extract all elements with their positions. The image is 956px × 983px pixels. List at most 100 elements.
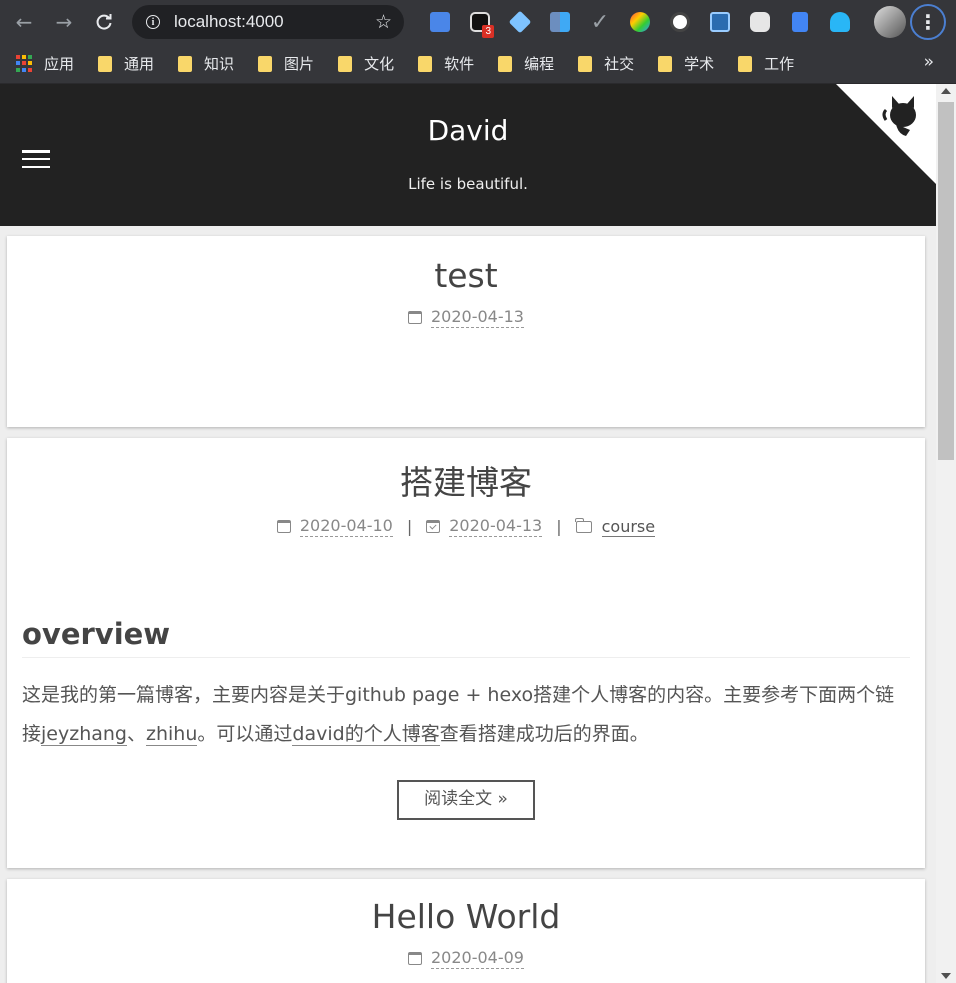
checkmark-icon: ✓ — [590, 9, 610, 35]
post-meta: 2020-04-09 — [7, 948, 925, 969]
cloud-extension[interactable] — [820, 0, 860, 44]
back-button[interactable]: ← — [4, 0, 44, 44]
chrome-menu-button[interactable]: ⋮ — [910, 4, 946, 40]
bookmark-folder[interactable]: 通用 — [82, 44, 162, 84]
profile-avatar[interactable] — [874, 6, 906, 38]
folder-icon — [338, 55, 353, 72]
bookmark-folder[interactable]: 学术 — [642, 44, 722, 84]
reload-button[interactable] — [84, 0, 124, 44]
created-date: 2020-04-13 — [431, 307, 524, 328]
excerpt-text: 、 — [127, 723, 147, 745]
post-created: 2020-04-10 — [276, 516, 393, 537]
extension-badge: 3 — [482, 25, 494, 38]
bookmark-label: 软件 — [444, 55, 475, 73]
vertical-scrollbar[interactable] — [936, 84, 956, 983]
bookmark-label: 文化 — [364, 55, 395, 73]
folder-icon — [658, 55, 673, 72]
bookmark-label: 通用 — [124, 55, 155, 73]
url-text[interactable]: localhost:4000 — [174, 12, 375, 32]
menu-toggle-icon[interactable] — [22, 150, 50, 168]
translate-icon — [430, 12, 450, 32]
scroll-down-icon[interactable] — [941, 973, 951, 979]
post-title[interactable]: 搭建博客 — [7, 456, 925, 504]
extensions-bar: 3 ✓ — [420, 0, 860, 44]
section-heading: overview — [22, 617, 910, 658]
excerpt-text: 。可以通过 — [197, 723, 293, 745]
bookmark-apps[interactable]: 应用 — [0, 44, 82, 84]
google-translate-extension[interactable] — [420, 0, 460, 44]
read-more-button[interactable]: 阅读全文 » — [397, 780, 535, 820]
bookmark-label: 工作 — [764, 55, 795, 73]
calendar-icon — [408, 311, 422, 324]
bookmark-folder[interactable]: 知识 — [162, 44, 242, 84]
blocks-extension[interactable] — [540, 0, 580, 44]
scrollbar-thumb[interactable] — [938, 102, 954, 460]
category-link[interactable]: course — [601, 517, 656, 537]
post-card: 搭建博客 2020-04-10 | 2020-04-13 | course ov… — [7, 438, 925, 868]
folder-icon — [738, 55, 753, 72]
calendar-icon — [276, 520, 291, 533]
folder-icon — [498, 55, 513, 72]
link-blog[interactable]: david的个人博客 — [292, 723, 440, 746]
bookmark-folder[interactable]: 工作 — [722, 44, 802, 84]
arrow-right-icon: → — [55, 10, 73, 34]
scroll-up-icon[interactable] — [941, 88, 951, 94]
folder-icon — [98, 55, 113, 72]
link-zhihu[interactable]: zhihu — [146, 723, 198, 746]
post-updated: 2020-04-13 — [426, 516, 543, 537]
address-bar[interactable]: i localhost:4000 ☆ — [132, 5, 404, 39]
arrow-left-icon: ← — [15, 10, 33, 34]
folder-icon — [575, 517, 592, 533]
bookmark-star-icon[interactable]: ☆ — [375, 11, 392, 33]
bookmark-label: 知识 — [204, 55, 235, 73]
more-vert-icon: ⋮ — [918, 10, 938, 34]
color-extension[interactable] — [620, 0, 660, 44]
site-subtitle: Life is beautiful. — [408, 175, 528, 193]
bookmark-label: 编程 — [524, 55, 555, 73]
bookmark-folder[interactable]: 社交 — [562, 44, 642, 84]
docs-extension[interactable] — [780, 0, 820, 44]
browser-toolbar: ← → i localhost:4000 ☆ 3 ✓ ⋮ — [0, 0, 956, 44]
bookmark-folder[interactable]: 编程 — [482, 44, 562, 84]
folder-icon — [578, 55, 593, 72]
post-category: course — [575, 517, 656, 537]
post-meta: 2020-04-13 — [7, 307, 925, 328]
site-header: David Life is beautiful. — [0, 84, 936, 226]
post-title[interactable]: test — [7, 256, 925, 295]
post-card: test 2020-04-13 — [7, 236, 925, 427]
document-icon — [792, 12, 808, 32]
bookmark-label: 图片 — [284, 55, 315, 73]
calendar-icon — [408, 952, 422, 965]
extension-with-badge[interactable]: 3 — [460, 0, 500, 44]
window-extension[interactable] — [700, 0, 740, 44]
cat-face-icon — [750, 12, 770, 32]
cat-extension[interactable] — [740, 0, 780, 44]
forward-button[interactable]: → — [44, 0, 84, 44]
post-card: Hello World 2020-04-09 — [7, 879, 925, 983]
bookmark-folder[interactable]: 软件 — [402, 44, 482, 84]
apps-icon — [16, 54, 34, 73]
post-meta: 2020-04-10 | 2020-04-13 | course — [7, 516, 925, 537]
meta-divider: | — [406, 517, 413, 536]
circle-icon — [670, 12, 690, 32]
post-created: 2020-04-13 — [408, 307, 524, 328]
post-title[interactable]: Hello World — [7, 897, 925, 936]
link-jeyzhang[interactable]: jeyzhang — [41, 723, 127, 746]
more-bookmarks-button[interactable]: » — [924, 52, 934, 72]
github-corner-icon[interactable] — [836, 84, 936, 184]
site-title[interactable]: David — [0, 114, 936, 147]
cloud-icon — [830, 12, 850, 32]
post-excerpt: 这是我的第一篇博客，主要内容是关于github page + hexo搭建个人博… — [22, 676, 910, 754]
folder-icon — [178, 55, 193, 72]
calendar-check-icon — [426, 520, 441, 533]
round-extension[interactable] — [660, 0, 700, 44]
diamond-icon — [508, 10, 532, 34]
bookmark-folder[interactable]: 文化 — [322, 44, 402, 84]
site-info-icon[interactable]: i — [146, 15, 160, 29]
check-extension[interactable]: ✓ — [580, 0, 620, 44]
bookmark-folder[interactable]: 图片 — [242, 44, 322, 84]
meta-divider: | — [556, 517, 562, 536]
reload-icon — [96, 14, 112, 30]
excerpt-text: 查看搭建成功后的界面。 — [439, 723, 649, 745]
diamond-extension[interactable] — [500, 0, 540, 44]
